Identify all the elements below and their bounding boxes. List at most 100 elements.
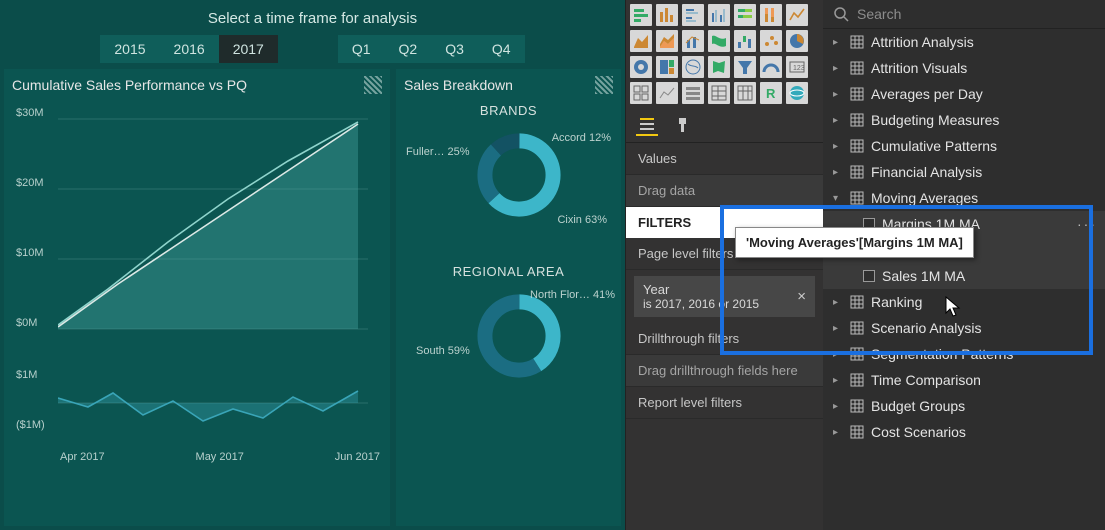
q4-button[interactable]: Q4 (478, 35, 525, 63)
values-well-header: Values (626, 143, 823, 175)
brands-title: BRANDS (402, 103, 615, 118)
table-icon (850, 425, 864, 439)
q2-button[interactable]: Q2 (385, 35, 432, 63)
fields-search[interactable]: Search (823, 0, 1105, 29)
visualizations-pane: 123 R Values Drag data FILTERS Page leve… (625, 0, 823, 530)
scatter-icon[interactable] (760, 30, 782, 52)
field-table-ranking[interactable]: ▸Ranking (823, 289, 1105, 315)
multi-card-icon[interactable] (630, 82, 652, 104)
cumulative-area-chart (58, 109, 368, 339)
year-filter-chip[interactable]: Year is 2017, 2016 or 2015 × (634, 276, 815, 317)
field-table-cumulative-patterns[interactable]: ▸Cumulative Patterns (823, 133, 1105, 159)
fields-tab-icon[interactable] (636, 114, 658, 136)
clustered-column-icon[interactable] (708, 4, 730, 26)
year-2017-button[interactable]: 2017 (219, 35, 278, 63)
ytick-neg1m: ($1M) (16, 419, 45, 431)
cursor-icon (943, 296, 963, 320)
r-visual-icon[interactable]: R (760, 82, 782, 104)
field-table-attrition-analysis[interactable]: ▸Attrition Analysis (823, 29, 1105, 55)
year-2015-button[interactable]: 2015 (100, 35, 159, 63)
close-icon[interactable]: × (797, 288, 806, 305)
report-filters-label: Report level filters (626, 387, 823, 419)
donut-icon[interactable] (630, 56, 652, 78)
year-chip-desc: is 2017, 2016 or 2015 (643, 297, 759, 311)
card-icon[interactable]: 123 (786, 56, 808, 78)
table-icon (850, 191, 864, 205)
field-table-budgeting-measures[interactable]: ▸Budgeting Measures (823, 107, 1105, 133)
field-table-averages-per-day[interactable]: ▸Averages per Day (823, 81, 1105, 107)
variance-line-chart (58, 363, 368, 443)
ytick-30m: $30M (16, 107, 44, 119)
arcgis-icon[interactable] (786, 82, 808, 104)
stacked-area-icon[interactable] (656, 30, 678, 52)
stacked-bar-100-icon[interactable] (734, 4, 756, 26)
ribbon-icon[interactable] (708, 30, 730, 52)
brand-fuller-label: Fuller… 25% (406, 146, 470, 158)
checkbox-icon[interactable] (863, 270, 875, 282)
table-icon (850, 113, 864, 127)
map-icon[interactable] (682, 56, 704, 78)
ytick-pos1m: $1M (16, 369, 37, 381)
table-icon (850, 61, 864, 75)
field-table-attrition-visuals[interactable]: ▸Attrition Visuals (823, 55, 1105, 81)
table-icon (850, 347, 864, 361)
stacked-col-100-icon[interactable] (760, 4, 782, 26)
drillthrough-drop[interactable]: Drag drillthrough fields here (626, 355, 823, 387)
format-tabs (626, 108, 823, 143)
field-tooltip: 'Moving Averages'[Margins 1M MA] (735, 227, 974, 258)
treemap-icon[interactable] (656, 56, 678, 78)
brand-accord-label: Accord 12% (552, 132, 611, 144)
main-chart-card[interactable]: Cumulative Sales Performance vs PQ $30M … (4, 69, 390, 526)
table-icon (850, 399, 864, 413)
matrix-icon[interactable] (734, 82, 756, 104)
breakdown-title: Sales Breakdown (404, 77, 513, 93)
waterfall-icon[interactable] (734, 30, 756, 52)
table-icon (850, 373, 864, 387)
region-title: REGIONAL AREA (402, 264, 615, 279)
gauge-icon[interactable] (760, 56, 782, 78)
region-south-label: South 59% (416, 345, 470, 357)
field-table-segmentation-patterns[interactable]: ▸Segmentation Patterns (823, 341, 1105, 367)
format-tab-icon[interactable] (672, 114, 694, 136)
xtick-jun: Jun 2017 (335, 451, 380, 467)
search-icon (833, 6, 849, 22)
stacked-bar-icon[interactable] (630, 4, 652, 26)
field-table-scenario-analysis[interactable]: ▸Scenario Analysis (823, 315, 1105, 341)
svg-text:R: R (766, 86, 776, 101)
breakdown-card[interactable]: Sales Breakdown BRANDS Fuller… 25% Accor… (396, 69, 621, 526)
table-icon (850, 321, 864, 335)
values-drop-area[interactable]: Drag data (626, 175, 823, 207)
timeframe-label: Select a time frame for analysis (4, 4, 621, 35)
more-icon[interactable]: ··· (1077, 216, 1097, 232)
line-chart-icon[interactable] (786, 4, 808, 26)
stacked-column-icon[interactable] (656, 4, 678, 26)
focus-mode-icon[interactable] (595, 76, 613, 94)
focus-mode-icon[interactable] (364, 76, 382, 94)
drillthrough-label: Drillthrough filters (626, 323, 823, 355)
area-chart-icon[interactable] (630, 30, 652, 52)
table-icon[interactable] (708, 82, 730, 104)
xtick-apr: Apr 2017 (60, 451, 105, 467)
kpi-icon[interactable] (656, 82, 678, 104)
year-buttons: 2015 2016 2017 (100, 35, 277, 63)
field-table-cost-scenarios[interactable]: ▸Cost Scenarios (823, 419, 1105, 445)
combo-chart-icon[interactable] (682, 30, 704, 52)
funnel-icon[interactable] (734, 56, 756, 78)
q3-button[interactable]: Q3 (431, 35, 478, 63)
field-table-financial-analysis[interactable]: ▸Financial Analysis (823, 159, 1105, 185)
viz-gallery: 123 R (626, 0, 823, 108)
q1-button[interactable]: Q1 (338, 35, 385, 63)
slicer-icon[interactable] (682, 82, 704, 104)
field-table-time-comparison[interactable]: ▸Time Comparison (823, 367, 1105, 393)
ytick-20m: $20M (16, 177, 44, 189)
ytick-10m: $10M (16, 247, 44, 259)
field-table-budget-groups[interactable]: ▸Budget Groups (823, 393, 1105, 419)
table-icon (850, 139, 864, 153)
field-sales-1m-ma[interactable]: Sales 1M MA (823, 263, 1105, 289)
report-canvas: Select a time frame for analysis 2015 20… (0, 0, 625, 530)
clustered-bar-icon[interactable] (682, 4, 704, 26)
year-2016-button[interactable]: 2016 (160, 35, 219, 63)
pie-icon[interactable] (786, 30, 808, 52)
field-table-moving-averages[interactable]: ▾Moving Averages (823, 185, 1105, 211)
filled-map-icon[interactable] (708, 56, 730, 78)
